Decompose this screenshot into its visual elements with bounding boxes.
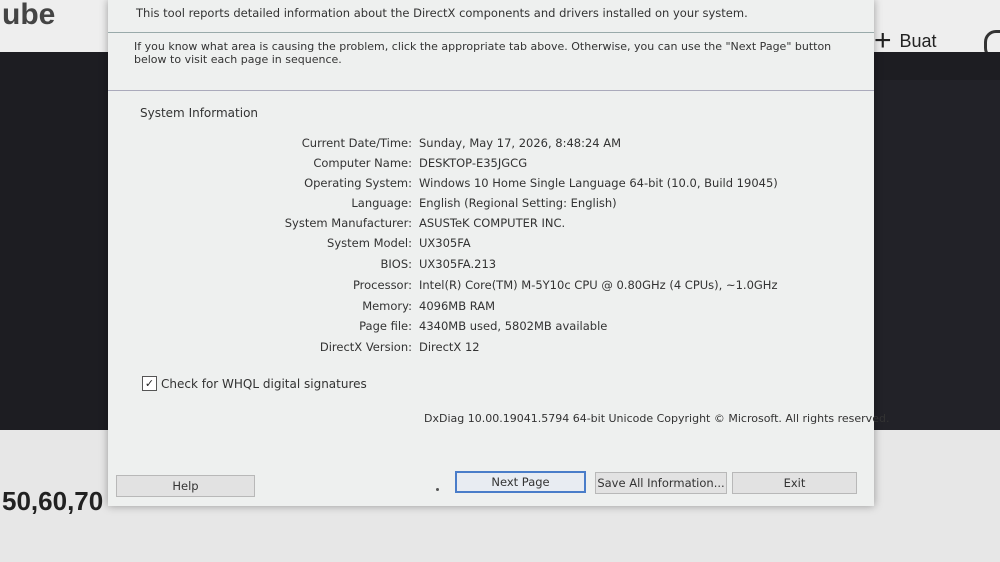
info-row-bios: BIOS: UX305FA.213 <box>108 257 874 277</box>
info-row-processor: Processor: Intel(R) Core(TM) M-5Y10c CPU… <box>108 278 874 298</box>
info-label: Processor: <box>352 278 412 292</box>
site-logo-text[interactable]: ube <box>2 0 55 32</box>
info-label: BIOS: <box>380 257 412 271</box>
exit-button[interactable]: Exit <box>732 472 857 494</box>
info-row-datetime: Current Date/Time: Sunday, May 17, 2026,… <box>108 136 874 156</box>
info-value: DESKTOP-E35JGCG <box>419 156 528 170</box>
whql-label[interactable]: Check for WHQL digital signatures <box>161 377 367 391</box>
divider <box>108 90 874 91</box>
create-label: Buat <box>899 30 937 51</box>
info-row-language: Language: English (Regional Setting: Eng… <box>108 196 874 216</box>
whql-checkbox-row[interactable]: ✓ Check for WHQL digital signatures <box>142 376 367 391</box>
info-label: DirectX Version: <box>319 340 412 354</box>
info-label: Computer Name: <box>313 156 412 170</box>
info-row-page-file: Page file: 4340MB used, 5802MB available <box>108 319 874 339</box>
info-value: Windows 10 Home Single Language 64-bit (… <box>419 176 778 190</box>
whql-checkbox[interactable]: ✓ <box>142 376 157 391</box>
focus-dot <box>436 488 439 491</box>
info-value: Intel(R) Core(TM) M-5Y10c CPU @ 0.80GHz … <box>419 278 778 292</box>
info-label: Language: <box>351 196 412 210</box>
instructions-text: If you know what area is causing the pro… <box>134 40 832 66</box>
side-panel <box>860 80 1000 430</box>
info-row-directx: DirectX Version: DirectX 12 <box>108 340 874 360</box>
info-label: Current Date/Time: <box>301 136 412 150</box>
info-row-memory: Memory: 4096MB RAM <box>108 299 874 319</box>
info-value: DirectX 12 <box>419 340 480 354</box>
info-value: UX305FA <box>419 236 471 250</box>
info-value: UX305FA.213 <box>419 257 497 271</box>
dxdiag-dialog: This tool reports detailed information a… <box>108 0 889 506</box>
next-page-button[interactable]: Next Page <box>455 471 586 493</box>
info-label: Operating System: <box>304 176 412 190</box>
info-value: ASUSTeK COMPUTER INC. <box>419 216 566 230</box>
info-value: English (Regional Setting: English) <box>419 196 617 210</box>
info-row-computer-name: Computer Name: DESKTOP-E35JGCG <box>108 156 874 176</box>
save-all-information-button[interactable]: Save All Information... <box>595 472 727 494</box>
info-value: Sunday, May 17, 2026, 8:48:24 AM <box>419 136 622 150</box>
info-row-os: Operating System: Windows 10 Home Single… <box>108 176 874 196</box>
plus-icon: + <box>874 24 892 57</box>
section-title: System Information <box>140 106 259 120</box>
intro-text: This tool reports detailed information a… <box>136 6 748 20</box>
info-label: Page file: <box>359 319 412 333</box>
info-value: 4096MB RAM <box>419 299 496 313</box>
help-button[interactable]: Help <box>116 475 255 497</box>
info-row-manufacturer: System Manufacturer: ASUSTeK COMPUTER IN… <box>108 216 874 236</box>
info-label: System Model: <box>327 236 412 250</box>
info-label: Memory: <box>362 299 412 313</box>
divider <box>108 32 874 33</box>
info-label: System Manufacturer: <box>284 216 412 230</box>
copyright-text: DxDiag 10.00.19041.5794 64-bit Unicode C… <box>424 412 890 425</box>
create-button[interactable]: + Buat <box>874 24 937 57</box>
info-value: 4340MB used, 5802MB available <box>419 319 608 333</box>
info-row-model: System Model: UX305FA <box>108 236 874 256</box>
page-text-fragment: 50,60,70 <box>2 486 104 516</box>
